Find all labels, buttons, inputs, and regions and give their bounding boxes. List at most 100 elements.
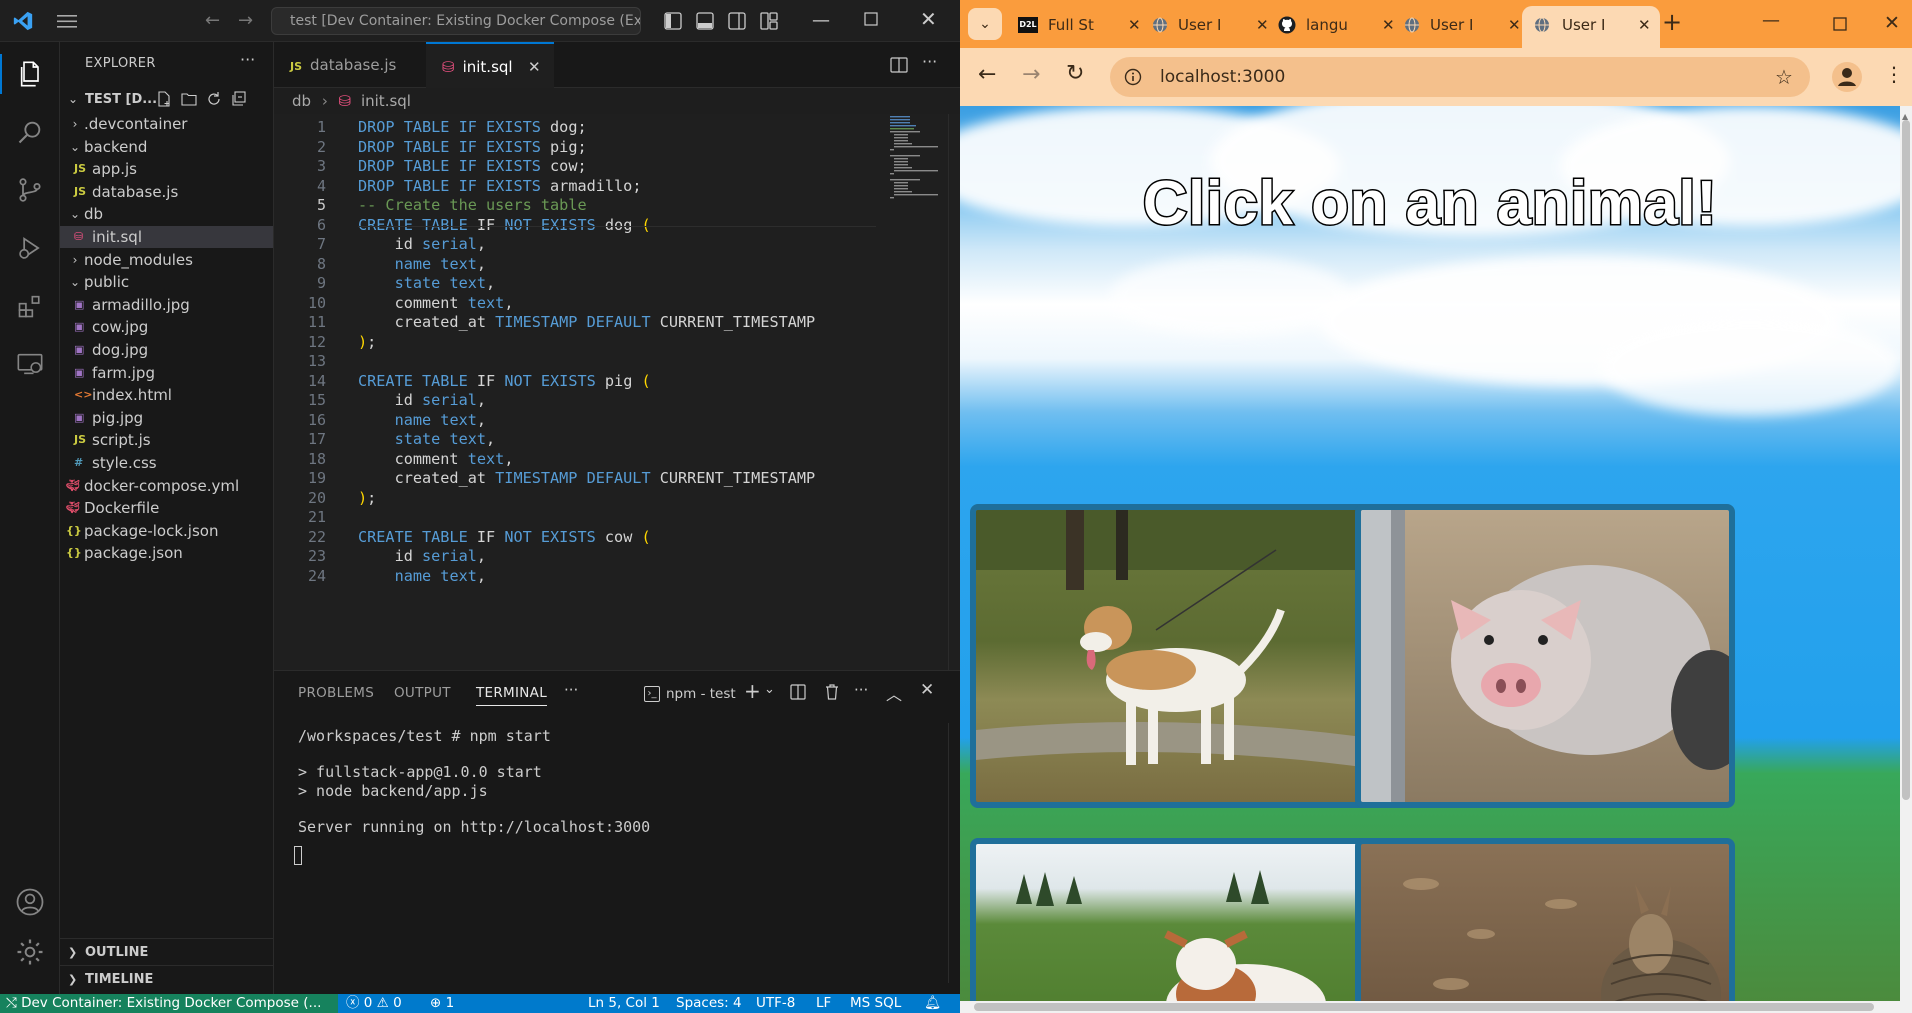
code-line[interactable]: state text, xyxy=(358,274,496,292)
tab-init-sql[interactable]: ⛁ init.sql ✕ xyxy=(426,42,554,88)
accounts-icon[interactable] xyxy=(10,882,50,922)
close-tab-icon[interactable]: ✕ xyxy=(1128,10,1141,40)
close-panel-icon[interactable]: ✕ xyxy=(920,680,934,700)
tree-item[interactable]: ▣ farm.jpg xyxy=(60,362,273,384)
reload-icon[interactable]: ↻ xyxy=(1066,61,1084,86)
tree-item[interactable]: {} package.json xyxy=(60,542,273,564)
remote-indicator[interactable]: ⤭ Dev Container: Existing Docker Compose… xyxy=(0,994,338,1013)
language-mode[interactable]: MS SQL xyxy=(850,994,901,1013)
minimap[interactable] xyxy=(888,114,948,204)
close-tab-icon[interactable]: ✕ xyxy=(1638,6,1651,44)
terminal-selector[interactable]: ›_ npm - test xyxy=(644,683,736,705)
maximize-icon[interactable] xyxy=(1833,17,1847,31)
browser-tab[interactable]: langu ✕ xyxy=(1278,10,1398,40)
tree-item[interactable]: ⌄ public xyxy=(60,271,273,293)
panel-more-icon[interactable]: ··· xyxy=(564,681,578,699)
terminal-scrollbar[interactable] xyxy=(948,723,958,983)
tree-item[interactable]: 🐳︎ Dockerfile xyxy=(60,497,273,519)
tab-output[interactable]: OUTPUT xyxy=(394,685,451,701)
close-tab-icon[interactable]: ✕ xyxy=(1382,10,1395,40)
editor-scrollbar[interactable] xyxy=(948,114,960,670)
code-line[interactable]: comment text, xyxy=(358,450,514,468)
tree-item[interactable]: ▣ armadillo.jpg xyxy=(60,294,273,316)
armadillo-image[interactable] xyxy=(1355,838,1735,1008)
refresh-icon[interactable] xyxy=(206,91,222,107)
new-file-icon[interactable] xyxy=(156,91,172,107)
tab-database-js[interactable]: JS database.js xyxy=(274,42,426,88)
code-line[interactable]: created_at TIMESTAMP DEFAULT CURRENT_TIM… xyxy=(358,469,816,487)
minimize-icon[interactable]: — xyxy=(812,10,830,31)
tree-item[interactable]: › node_modules xyxy=(60,249,273,271)
site-info-icon[interactable] xyxy=(1124,68,1142,86)
search-icon[interactable] xyxy=(10,112,50,152)
tree-item[interactable]: › .devcontainer xyxy=(60,113,273,135)
browser-tab[interactable]: User I ✕ xyxy=(1152,10,1272,40)
code-line[interactable]: name text, xyxy=(358,255,486,273)
explorer-icon[interactable] xyxy=(0,54,60,94)
ports-indicator[interactable]: ⊕ 1 xyxy=(430,994,454,1013)
code-line[interactable]: CREATE TABLE IF NOT EXISTS cow ( xyxy=(358,528,651,546)
split-terminal-icon[interactable] xyxy=(790,684,806,700)
browser-tab[interactable]: D2L Full St ✕ xyxy=(1018,10,1144,40)
cow-image[interactable] xyxy=(970,838,1388,1008)
end-of-line[interactable]: LF xyxy=(816,994,831,1013)
chrome-menu-icon[interactable]: ⋮ xyxy=(1884,62,1904,86)
command-center[interactable]: test [Dev Container: Existing Docker Com… xyxy=(271,7,641,35)
editor-more-icon[interactable]: ··· xyxy=(922,52,937,71)
close-tab-icon[interactable]: ✕ xyxy=(1256,10,1269,40)
close-window-icon[interactable]: ✕ xyxy=(1884,12,1900,34)
outline-section[interactable]: ❯ OUTLINE xyxy=(60,938,273,965)
close-window-icon[interactable]: ✕ xyxy=(920,7,937,31)
code-line[interactable]: DROP TABLE IF EXISTS dog; xyxy=(358,118,587,136)
tab-terminal[interactable]: TERMINAL xyxy=(476,685,548,706)
code-line[interactable]: -- Create the users table xyxy=(358,196,587,214)
tree-item[interactable]: JS app.js xyxy=(60,158,273,180)
browser-tab[interactable]: User I ✕ xyxy=(1404,10,1524,40)
close-tab-icon[interactable]: ✕ xyxy=(1508,10,1521,40)
trash-icon[interactable] xyxy=(824,683,840,700)
forward-arrow-icon[interactable]: → xyxy=(238,10,253,31)
explorer-more-icon[interactable]: ··· xyxy=(240,50,255,69)
code-line[interactable]: id serial, xyxy=(358,235,486,253)
tab-search-chevron-down-icon[interactable]: ⌄ xyxy=(968,8,1002,40)
code-line[interactable]: comment text, xyxy=(358,294,514,312)
code-line[interactable]: DROP TABLE IF EXISTS pig; xyxy=(358,138,587,156)
code-line[interactable]: state text, xyxy=(358,430,496,448)
breadcrumb-folder[interactable]: db xyxy=(292,92,311,110)
tree-item[interactable]: {} package-lock.json xyxy=(60,520,273,542)
code-line[interactable]: created_at TIMESTAMP DEFAULT CURRENT_TIM… xyxy=(358,313,816,331)
maximize-icon[interactable] xyxy=(864,12,878,26)
source-control-icon[interactable] xyxy=(10,170,50,210)
code-line[interactable]: name text, xyxy=(358,411,486,429)
notifications-bell-icon[interactable]: 🔔︎ xyxy=(924,994,941,1013)
address-bar[interactable]: localhost:3000 ☆ xyxy=(1110,57,1810,97)
code-line[interactable]: id serial, xyxy=(358,391,486,409)
new-tab-plus-icon[interactable]: + xyxy=(1662,8,1682,36)
profile-avatar-icon[interactable] xyxy=(1832,62,1862,92)
back-arrow-icon[interactable]: ← xyxy=(205,10,220,31)
toggle-secondary-sidebar-icon[interactable] xyxy=(728,12,746,30)
cursor-position[interactable]: Ln 5, Col 1 xyxy=(588,994,660,1013)
back-arrow-icon[interactable]: ← xyxy=(978,62,996,87)
dog-image[interactable] xyxy=(970,504,1388,808)
breadcrumb-file[interactable]: init.sql xyxy=(361,92,411,110)
code-line[interactable]: ); xyxy=(358,333,376,351)
code-line[interactable]: DROP TABLE IF EXISTS cow; xyxy=(358,157,587,175)
code-line[interactable]: CREATE TABLE IF NOT EXISTS pig ( xyxy=(358,372,651,390)
tree-item[interactable]: # style.css xyxy=(60,452,273,474)
tree-item[interactable]: ⌄ db xyxy=(60,203,273,225)
tree-item[interactable]: JS database.js xyxy=(60,181,273,203)
remote-explorer-icon[interactable] xyxy=(10,344,50,384)
scrollbar-thumb[interactable] xyxy=(974,1003,1874,1011)
code-line[interactable]: name text, xyxy=(358,567,486,585)
code-editor[interactable]: 1 DROP TABLE IF EXISTS dog; 2 DROP TABLE IF… xyxy=(274,114,960,670)
code-line[interactable]: DROP TABLE IF EXISTS armadillo; xyxy=(358,177,641,195)
indentation[interactable]: Spaces: 4 xyxy=(676,994,742,1013)
tree-item[interactable]: JS script.js xyxy=(60,429,273,451)
manage-gear-icon[interactable] xyxy=(10,932,50,972)
encoding[interactable]: UTF-8 xyxy=(756,994,795,1013)
scroll-up-icon[interactable]: ▲ xyxy=(1902,112,1910,121)
workspace-folder-header[interactable]: ⌄ TEST [D... xyxy=(60,86,273,113)
bookmark-star-icon[interactable]: ☆ xyxy=(1775,57,1793,97)
code-line[interactable]: id serial, xyxy=(358,547,486,565)
